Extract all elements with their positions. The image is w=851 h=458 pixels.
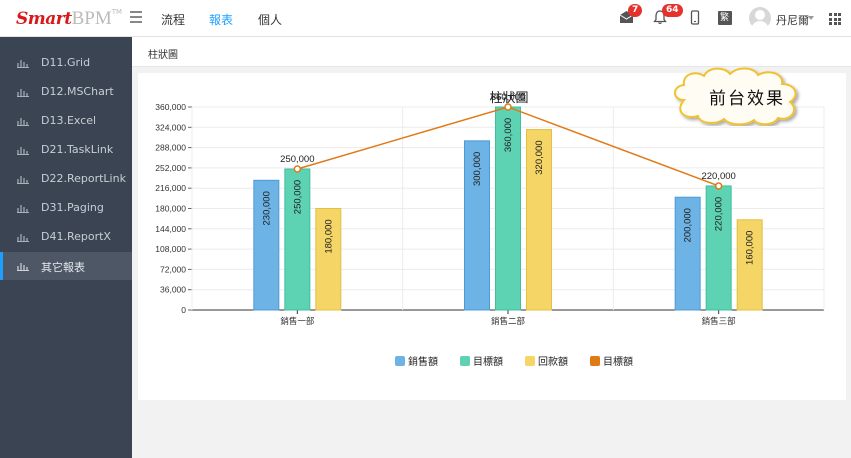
bar-data-label: 180,000: [323, 219, 334, 253]
y-tick-label: 0: [181, 305, 186, 315]
bar-chart-icon: [17, 234, 29, 242]
mail-button[interactable]: 7: [619, 4, 643, 28]
x-tick-label: 銷售一部: [280, 316, 315, 326]
sidebar-item-d12-mschart[interactable]: D12.MSChart: [0, 78, 132, 106]
sidebar: D11.Grid D12.MSChart D13.Excel D21.TaskL…: [0, 37, 132, 458]
y-tick-label: 360,000: [155, 102, 186, 112]
bar-line-chart: 柱狀圖036,00072,000108,000144,000180,000216…: [155, 90, 825, 368]
smartbpm-logo[interactable]: SmartBPMTM: [16, 8, 122, 30]
nav-tab-flow[interactable]: 流程: [161, 11, 185, 28]
x-tick-label: 銷售三部: [702, 316, 737, 326]
y-tick-label: 36,000: [160, 285, 186, 295]
legend-swatch: [590, 356, 600, 366]
legend-label: 銷售額: [408, 355, 438, 368]
mail-badge: 7: [628, 4, 643, 17]
mobile-button[interactable]: [690, 10, 708, 28]
line-data-label: 220,000: [701, 171, 735, 182]
bar-data-label: 230,000: [261, 191, 272, 225]
x-tick-label: 銷售二部: [491, 316, 526, 326]
logo-smart-text: Smart: [16, 9, 72, 29]
y-tick-label: 288,000: [155, 143, 186, 153]
bar-chart-icon: [17, 176, 29, 184]
sidebar-item-d41-reportx[interactable]: D41.ReportX: [0, 223, 132, 251]
sidebar-item-label: D22.ReportLink: [41, 172, 126, 185]
breadcrumb-bar: 柱狀圖: [132, 37, 851, 67]
apps-grid-icon[interactable]: [829, 13, 841, 25]
legend-label: 目標額: [473, 355, 503, 368]
nav-tab-personal[interactable]: 個人: [258, 11, 282, 28]
legend-swatch: [460, 356, 470, 366]
bar-data-label: 300,000: [472, 152, 483, 186]
sidebar-item-label: D41.ReportX: [41, 230, 111, 243]
y-tick-label: 324,000: [155, 122, 186, 132]
legend-label: 回款額: [538, 355, 568, 368]
y-tick-label: 144,000: [155, 224, 186, 234]
bar-chart-icon: [17, 60, 29, 68]
user-name[interactable]: 丹尼爾: [776, 12, 809, 28]
y-tick-label: 180,000: [155, 204, 186, 214]
language-button[interactable]: 繁: [718, 11, 732, 25]
logo-bpm-text: BPM: [71, 8, 112, 29]
language-label: 繁: [720, 13, 730, 23]
sidebar-item-d11-grid[interactable]: D11.Grid: [0, 49, 132, 77]
bar-chart-icon: [17, 118, 29, 126]
y-tick-label: 252,000: [155, 163, 186, 173]
bar-data-label: 160,000: [745, 231, 756, 265]
nav-tab-reports[interactable]: 報表: [209, 11, 233, 28]
sidebar-item-label: D13.Excel: [41, 114, 97, 127]
breadcrumb: 柱狀圖: [148, 50, 178, 61]
menu-toggle-icon[interactable]: [130, 11, 142, 23]
bar-data-label: 220,000: [714, 197, 725, 231]
sidebar-item-d21-tasklink[interactable]: D21.TaskLink: [0, 136, 132, 164]
sidebar-item-label: D11.Grid: [41, 56, 91, 69]
notifications-button[interactable]: 64: [653, 4, 683, 28]
user-avatar[interactable]: [749, 7, 771, 29]
bar-data-label: 250,000: [292, 180, 303, 214]
bar-data-label: 360,000: [503, 118, 514, 152]
logo-tm-mark: TM: [111, 8, 123, 16]
callout-text: 前台效果: [709, 89, 785, 109]
chevron-down-icon[interactable]: [808, 16, 814, 20]
sidebar-item-label: D31.Paging: [41, 201, 104, 214]
top-header-bar: SmartBPMTM 流程 報表 個人 7 64 繁 丹尼爾: [0, 0, 851, 37]
bar-data-label: 200,000: [683, 208, 694, 242]
y-tick-label: 72,000: [160, 264, 186, 274]
line-point: [714, 182, 723, 190]
sidebar-item-d31-paging[interactable]: D31.Paging: [0, 194, 132, 222]
bar-chart-icon: [17, 205, 29, 213]
sidebar-item-other-reports[interactable]: 其它報表: [0, 252, 132, 280]
sidebar-item-d13-excel[interactable]: D13.Excel: [0, 107, 132, 135]
legend-label: 目標額: [603, 355, 633, 368]
y-tick-label: 216,000: [155, 183, 186, 193]
sidebar-item-label: D21.TaskLink: [41, 143, 114, 156]
sidebar-item-label: D12.MSChart: [41, 85, 114, 98]
line-data-label: 360,000: [491, 92, 525, 103]
notifications-badge: 64: [662, 4, 683, 17]
bar-chart-icon: [17, 89, 29, 97]
sidebar-item-label: 其它報表: [41, 261, 85, 274]
legend-swatch: [525, 356, 535, 366]
sidebar-item-d22-reportlink[interactable]: D22.ReportLink: [0, 165, 132, 193]
bar-data-label: 320,000: [534, 140, 545, 174]
line-data-label: 250,000: [280, 154, 314, 165]
line-point: [504, 103, 512, 111]
y-tick-label: 108,000: [155, 244, 186, 254]
line-point: [293, 165, 302, 173]
legend-swatch: [395, 356, 405, 366]
mobile-phone-icon: [690, 10, 700, 25]
bar-chart-icon: [17, 263, 29, 271]
bar-chart-icon: [17, 147, 29, 155]
